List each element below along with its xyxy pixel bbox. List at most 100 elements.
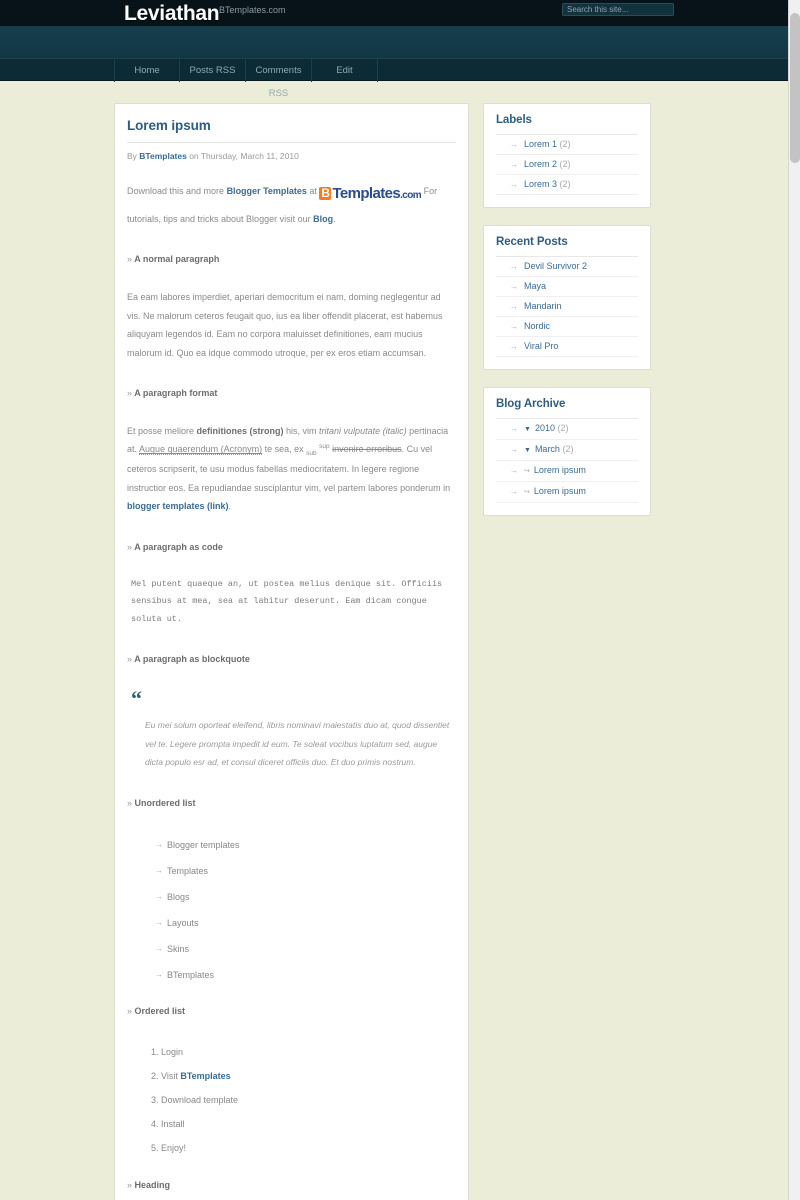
list-item: Download template: [161, 1088, 456, 1112]
section-label-text: A normal paragraph: [134, 254, 220, 265]
blockquote-text: Eu mei solum oporteat eleifend, libris n…: [145, 720, 450, 768]
label-count: (2): [559, 159, 571, 169]
label-count: (2): [559, 179, 571, 189]
fmt-text-4: te sea, ex: [262, 444, 307, 455]
section-label-text: Ordered list: [134, 1006, 186, 1017]
archive-year[interactable]: ▼ 2010 (2): [496, 419, 638, 440]
list-item: Visit BTemplates: [161, 1064, 456, 1088]
list-item: Lorem 2 (2): [496, 155, 638, 175]
fmt-strong: definitiones (strong): [196, 425, 284, 436]
list-item: Mandarin: [496, 297, 638, 317]
archive-month[interactable]: ▼ March (2): [496, 440, 638, 461]
format-paragraph: Et posse meliore definitiones (strong) h…: [127, 422, 456, 516]
nav-item-comments-rss[interactable]: Comments RSS: [246, 59, 312, 99]
btemplates-logo-dotcom: .com: [400, 190, 422, 201]
archive-year-link[interactable]: 2010: [535, 423, 555, 433]
list-item: Viral Pro: [496, 337, 638, 357]
normal-paragraph: Ea eam labores imperdiet, aperiari democ…: [127, 292, 443, 358]
blogger-templates-inline-link[interactable]: blogger templates (link): [127, 501, 229, 511]
list-item-text: Download template: [161, 1095, 239, 1106]
list-item-text: Login: [161, 1047, 184, 1058]
archive-post[interactable]: ↪ Lorem ipsum: [496, 461, 638, 482]
label-link-lorem-1[interactable]: Lorem 1: [524, 139, 557, 149]
section-label-text: Unordered list: [134, 798, 196, 809]
nav-item-home[interactable]: Home: [114, 59, 180, 82]
section-label-paragraph-format: » A paragraph format: [127, 388, 456, 398]
section-label-unordered-list: » Unordered list: [127, 798, 456, 808]
labels-list: Lorem 1 (2) Lorem 2 (2) Lorem 3 (2): [496, 135, 638, 195]
main-navigation: Home Posts RSS Comments RSS Edit: [0, 58, 788, 99]
blog-description: BTemplates.com: [219, 5, 286, 15]
blog-archive-widget-title: Blog Archive: [496, 398, 638, 419]
chevron-icon: »: [127, 654, 133, 665]
post-column: Lorem ipsum By BTemplates on Thursday, M…: [114, 103, 469, 1200]
scroll-down-button[interactable]: [789, 1188, 800, 1200]
list-item: Login: [161, 1040, 456, 1064]
nav-inner: Home Posts RSS Comments RSS Edit: [114, 59, 674, 99]
labels-widget-title: Labels: [496, 114, 638, 135]
caret-down-icon[interactable]: ▼: [524, 426, 531, 433]
recent-post-link-devil-survivor-2[interactable]: Devil Survivor 2: [524, 261, 587, 271]
chevron-icon: »: [127, 1180, 133, 1191]
list-item: Lorem 1 (2): [496, 135, 638, 155]
chevron-icon: »: [127, 541, 133, 552]
nav-item-posts-rss[interactable]: Posts RSS: [180, 59, 246, 82]
labels-widget: Labels Lorem 1 (2) Lorem 2 (2) Lorem 3 (…: [483, 103, 651, 208]
section-label-paragraph-blockquote: » A paragraph as blockquote: [127, 654, 456, 664]
fmt-subscript: sub: [306, 450, 317, 458]
chevron-icon: »: [127, 254, 133, 265]
nav-item-edit[interactable]: Edit: [312, 59, 378, 82]
unordered-list: Blogger templates Templates Blogs Layout…: [127, 832, 456, 988]
label-link-lorem-3[interactable]: Lorem 3: [524, 179, 557, 189]
chevron-icon: »: [127, 387, 133, 398]
content-wrapper: Lorem ipsum By BTemplates on Thursday, M…: [114, 81, 674, 1200]
recent-post-link-viral-pro[interactable]: Viral Pro: [524, 341, 558, 351]
section-label-text: A paragraph as blockquote: [134, 654, 250, 665]
recent-post-link-maya[interactable]: Maya: [524, 281, 546, 291]
recent-post-link-nordic[interactable]: Nordic: [524, 321, 550, 331]
list-item: Enjoy!: [161, 1136, 456, 1160]
fmt-acronym: Augue quaerendum (Acronym): [139, 444, 263, 456]
list-item: Install: [161, 1112, 456, 1136]
section-label-heading: » Heading: [127, 1180, 456, 1190]
archive-post-link[interactable]: Lorem ipsum: [534, 486, 586, 496]
archive-month-count: (2): [562, 444, 574, 454]
archive-month-link[interactable]: March: [535, 444, 560, 454]
btemplates-list-link[interactable]: BTemplates: [180, 1071, 230, 1081]
list-item: Templates: [127, 858, 456, 884]
scroll-up-button[interactable]: [789, 0, 800, 12]
scrollbar-thumb[interactable]: [790, 13, 800, 163]
btemplates-logo-text: Templates: [332, 185, 401, 202]
list-item: Layouts: [127, 910, 456, 936]
blogger-templates-link[interactable]: Blogger Templates: [227, 186, 307, 196]
blog-archive-widget: Blog Archive ▼ 2010 (2) ▼ March (2) ↪ Lorem…: [483, 387, 651, 516]
archive-post[interactable]: ↪ Lorem ipsum: [496, 482, 638, 503]
label-link-lorem-2[interactable]: Lorem 2: [524, 159, 557, 169]
header-inner: Leviathan BTemplates.com: [114, 0, 674, 58]
page-scrollbar[interactable]: [788, 0, 800, 1200]
label-count: (2): [559, 139, 571, 149]
archive-post-link[interactable]: Lorem ipsum: [534, 465, 586, 475]
caret-down-icon[interactable]: ▼: [524, 447, 531, 454]
intro-text-2: at: [306, 186, 320, 196]
fmt-strikethrough: invenire erroribus: [332, 444, 402, 455]
section-label-text: A paragraph format: [134, 387, 218, 398]
list-item-text: Enjoy!: [161, 1143, 187, 1154]
search-input[interactable]: [562, 3, 674, 16]
post-author-link[interactable]: BTemplates: [139, 151, 187, 161]
list-item: Skins: [127, 936, 456, 962]
ordered-list: Login Visit BTemplates Download template…: [127, 1040, 456, 1160]
archive-list: ▼ 2010 (2) ▼ March (2) ↪ Lorem ipsum ↪ Lorem…: [496, 419, 638, 503]
list-item: Blogs: [127, 884, 456, 910]
intro-text-4: .: [333, 213, 336, 224]
code-block: Mel putent quaeque an, ut postea melius …: [127, 575, 456, 629]
fmt-text-6: .: [228, 501, 232, 512]
section-label-text: Heading: [134, 1180, 171, 1191]
fmt-text-1: Et posse meliore: [127, 425, 197, 436]
blog-link[interactable]: Blog: [313, 214, 333, 224]
section-label-ordered-list: » Ordered list: [127, 1006, 456, 1016]
post-intro-paragraph: Download this and more Blogger Templates…: [127, 179, 456, 228]
site-header: Leviathan BTemplates.com: [0, 0, 788, 58]
recent-post-link-mandarin[interactable]: Mandarin: [524, 301, 562, 311]
list-item-text: Visit: [161, 1071, 181, 1082]
